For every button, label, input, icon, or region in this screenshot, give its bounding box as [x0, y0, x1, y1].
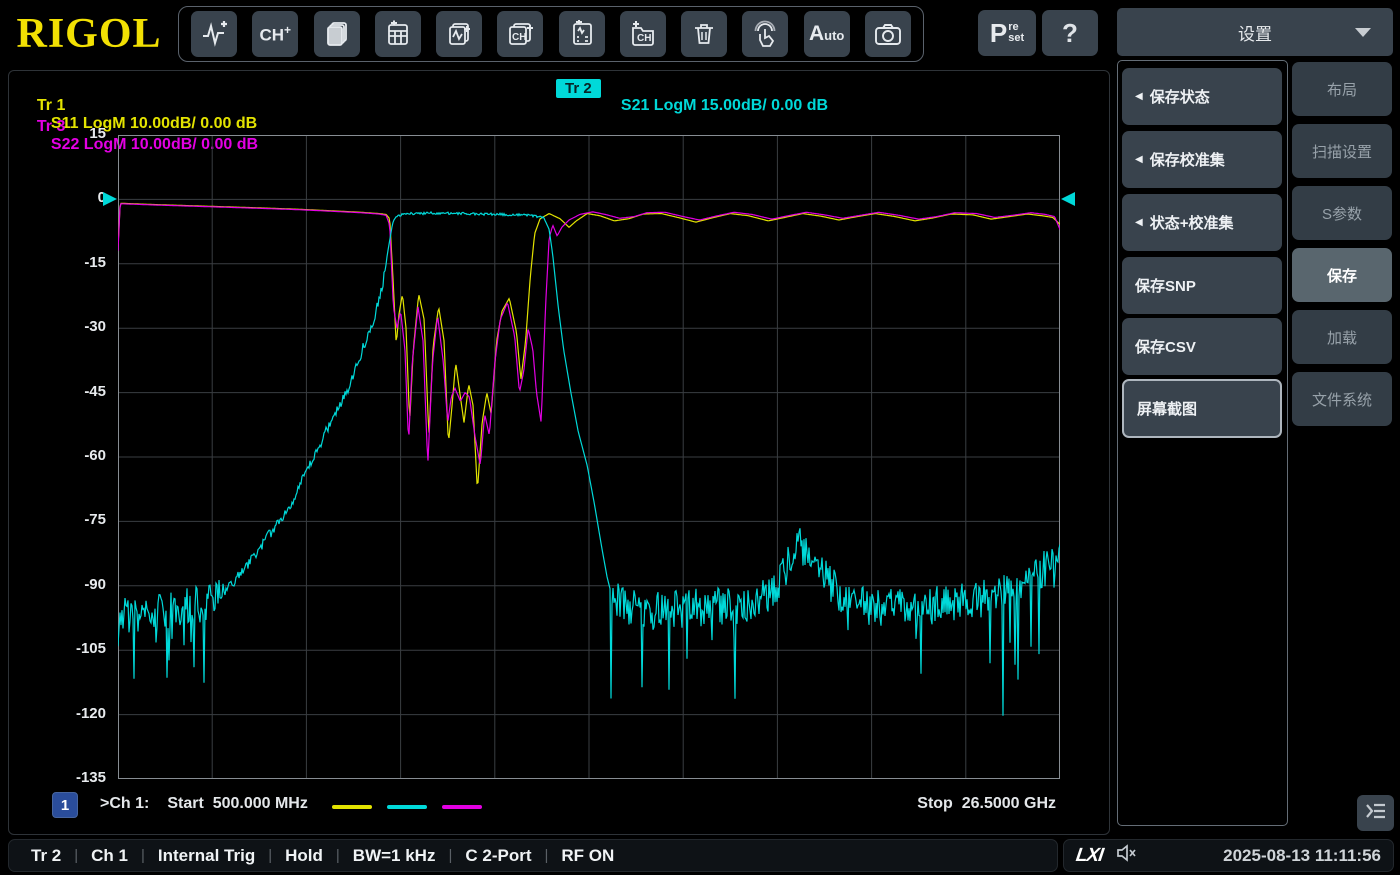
clock: 2025-08-13 11:11:56 — [1223, 846, 1381, 866]
y-axis-labels: 150-15-30-45-60-75-90-105-120-135 — [58, 135, 106, 779]
add-window-button[interactable] — [314, 11, 360, 57]
trace2-legend[interactable]: S21 LogM 15.00dB/ 0.00 dB — [612, 79, 828, 115]
auto-label: Auto — [809, 22, 844, 46]
menu-title-dropdown[interactable]: 设置 — [1117, 8, 1393, 56]
add-trace-button[interactable] — [191, 11, 237, 57]
reference-level-marker-right[interactable] — [1061, 192, 1075, 206]
windows-waveform-plus-icon — [445, 20, 473, 48]
svg-text:CH: CH — [637, 33, 651, 44]
chevron-left-icon: ◀ — [1135, 154, 1143, 165]
trace2-info: S21 LogM 15.00dB/ 0.00 dB — [621, 97, 828, 114]
menu-item-save-snp[interactable]: 保存SNP — [1122, 257, 1282, 314]
chevron-left-icon: ◀ — [1135, 217, 1143, 228]
tab-save[interactable]: 保存 — [1292, 248, 1392, 302]
folder-ch-plus-icon: CH — [628, 20, 658, 48]
windows-ch-plus-icon: CH — [505, 20, 535, 48]
add-trace-window-button[interactable] — [436, 11, 482, 57]
y-axis-tick: -105 — [58, 640, 106, 660]
clipboard-waveform-plus-icon — [568, 20, 596, 48]
legend-swatch-trace1 — [332, 805, 372, 809]
screenshot-button[interactable] — [865, 11, 911, 57]
status-rf[interactable]: RF ON — [561, 846, 614, 866]
start-frequency: Start 500.000 MHz — [167, 795, 308, 812]
system-status-bar: LXI 2025-08-13 11:11:56 — [1063, 839, 1394, 872]
status-bar: Tr 2| Ch 1| Internal Trig| Hold| BW=1 kH… — [8, 839, 1058, 872]
auto-scale-button[interactable]: Auto — [804, 11, 850, 57]
status-cal[interactable]: C 2-Port — [465, 846, 531, 866]
status-sweep[interactable]: Hold — [285, 846, 323, 866]
speaker-muted-icon[interactable] — [1115, 843, 1137, 868]
menu-item-save-csv[interactable]: 保存CSV — [1122, 318, 1282, 375]
menu-item-screenshot[interactable]: 屏幕截图 — [1122, 379, 1282, 438]
chevron-down-icon — [1355, 28, 1371, 37]
stacked-windows-icon — [323, 20, 351, 48]
trace2-selected-chip[interactable]: Tr 2 — [556, 79, 601, 98]
y-axis-tick: -45 — [58, 383, 106, 403]
y-axis-tick: -120 — [58, 705, 106, 725]
chevron-left-icon: ◀ — [1135, 91, 1143, 102]
menu-item-save-calset[interactable]: ◀ 保存校准集 — [1122, 131, 1282, 188]
table-plus-icon — [384, 20, 412, 48]
status-active-channel[interactable]: Ch 1 — [91, 846, 128, 866]
rigol-logo: RIGOL — [10, 6, 168, 62]
tab-s-parameters[interactable]: S参数 — [1292, 186, 1392, 240]
status-bandwidth[interactable]: BW=1 kHz — [353, 846, 436, 866]
add-measurement-button[interactable] — [559, 11, 605, 57]
camera-icon — [873, 20, 903, 48]
y-axis-tick: -75 — [58, 511, 106, 531]
legend-swatch-trace3 — [442, 805, 482, 809]
touch-icon — [751, 20, 779, 48]
y-axis-tick: -135 — [58, 769, 106, 789]
window-number-badge[interactable]: 1 — [52, 792, 78, 818]
preset-button[interactable]: P reset — [978, 10, 1036, 56]
collapse-menu-button[interactable] — [1357, 795, 1394, 831]
delete-button[interactable] — [681, 11, 727, 57]
tab-sweep-settings[interactable]: 扫描设置 — [1292, 124, 1392, 178]
y-axis-tick: -60 — [58, 447, 106, 467]
add-channel-window-button[interactable]: CH — [497, 11, 543, 57]
touch-button[interactable] — [742, 11, 788, 57]
main-toolbar: CH+ — [178, 6, 924, 62]
menu-title: 设置 — [1238, 20, 1272, 45]
add-table-button[interactable] — [375, 11, 421, 57]
preset-label: P — [990, 18, 1007, 49]
svg-text:CH: CH — [512, 32, 526, 43]
y-axis-tick: -90 — [58, 576, 106, 596]
add-channel-table-button[interactable]: CH — [620, 11, 666, 57]
tab-file-system[interactable]: 文件系统 — [1292, 372, 1392, 426]
menu-item-save-state[interactable]: ◀ 保存状态 — [1122, 68, 1282, 125]
y-axis-tick: -15 — [58, 254, 106, 274]
tab-load[interactable]: 加载 — [1292, 310, 1392, 364]
reference-level-marker-left[interactable] — [103, 192, 117, 206]
channel-label: >Ch 1:Start 500.000 MHz — [100, 795, 308, 813]
lxi-logo: LXI — [1074, 845, 1104, 867]
add-channel-button[interactable]: CH+ — [252, 11, 298, 57]
help-button[interactable]: ? — [1042, 10, 1098, 56]
stop-frequency: Stop 26.5000 GHz — [900, 795, 1056, 813]
status-trigger[interactable]: Internal Trig — [158, 846, 255, 866]
waveform-plus-icon — [199, 19, 229, 49]
y-axis-tick: 0 — [58, 189, 106, 209]
plot-svg[interactable] — [118, 135, 1060, 779]
y-axis-tick: 15 — [58, 125, 106, 145]
ch-plus-label: CH+ — [259, 23, 291, 46]
trash-icon — [690, 20, 718, 48]
question-mark-icon: ? — [1062, 18, 1078, 49]
tab-layout[interactable]: 布局 — [1292, 62, 1392, 116]
collapse-menu-icon — [1364, 800, 1388, 827]
legend-swatch-trace2 — [387, 805, 427, 809]
y-axis-tick: -30 — [58, 318, 106, 338]
menu-item-state-plus-calset[interactable]: ◀ 状态+校准集 — [1122, 194, 1282, 251]
status-active-trace[interactable]: Tr 2 — [31, 846, 61, 866]
